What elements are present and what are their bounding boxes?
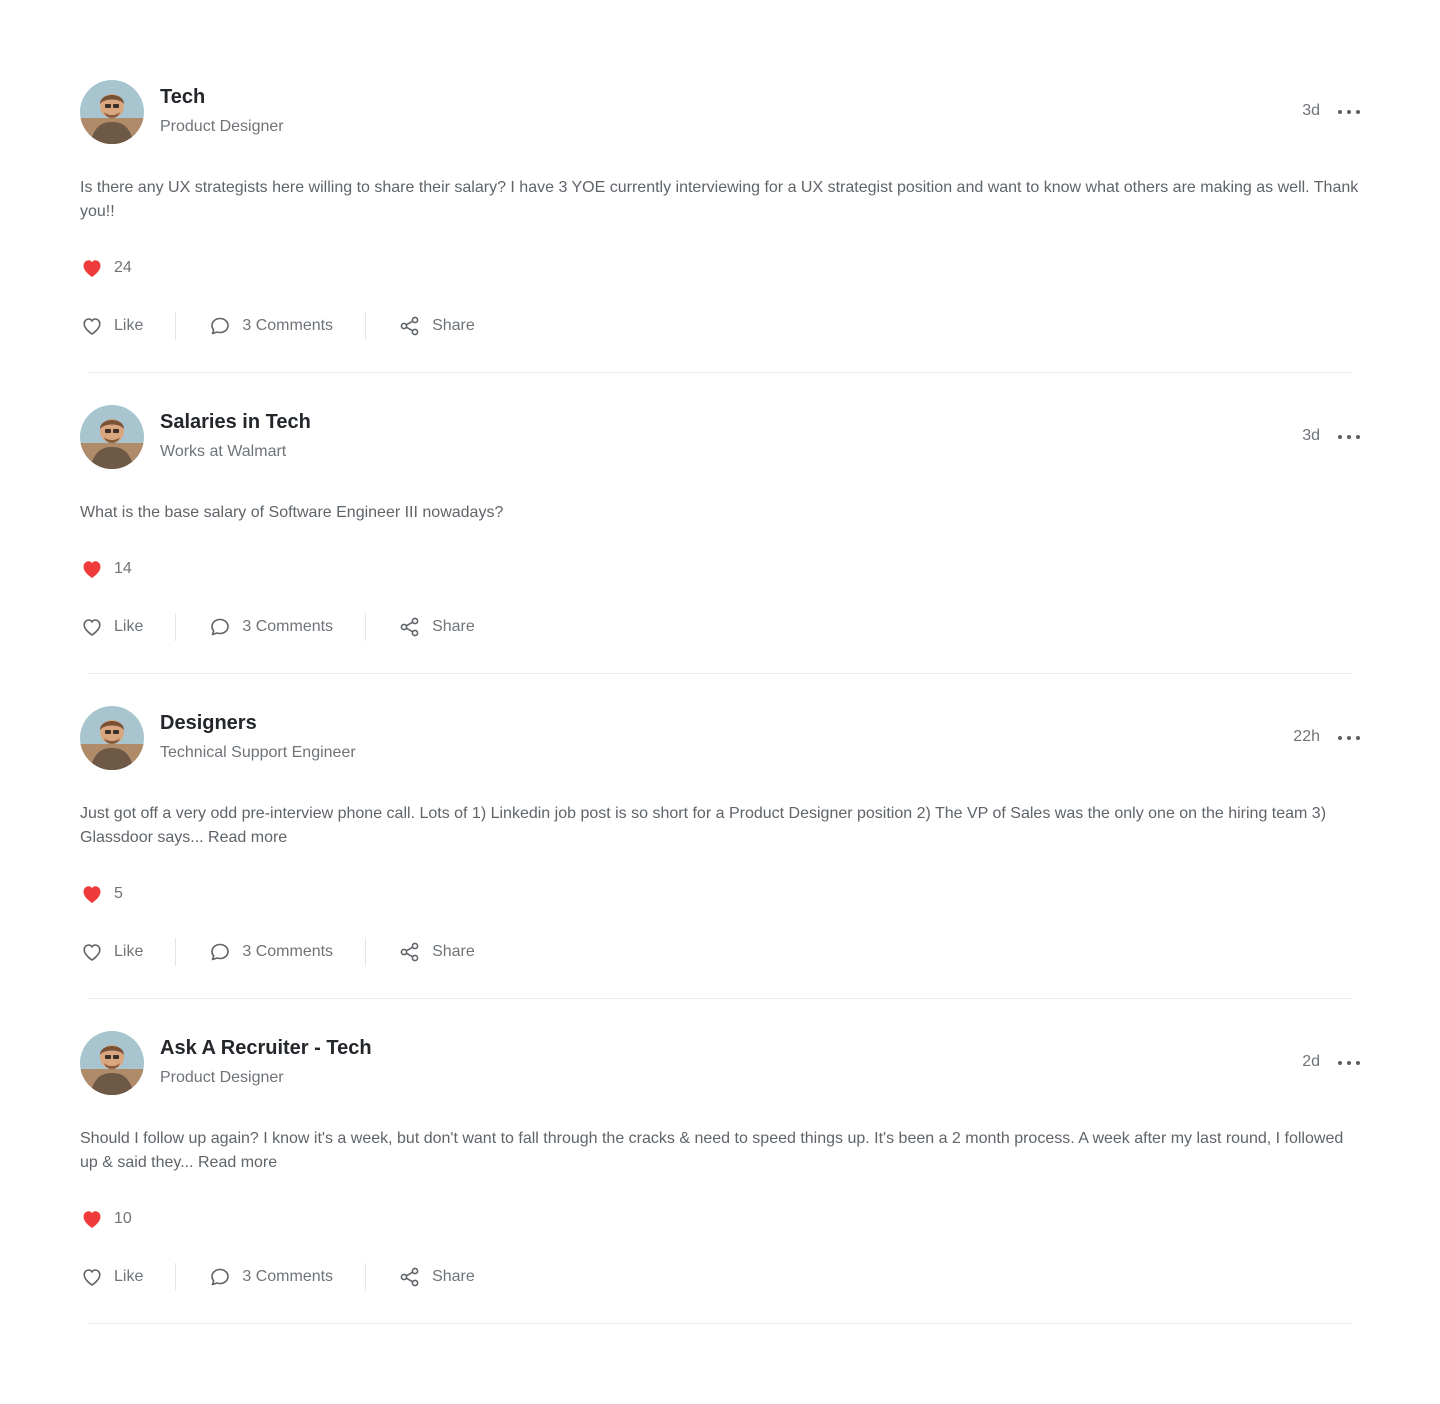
like-button[interactable]: Like xyxy=(80,613,143,641)
share-nodes-icon xyxy=(400,1267,419,1287)
post-actions: Like 3 Comments Share xyxy=(80,312,475,340)
group-name[interactable]: Ask A Recruiter - Tech xyxy=(160,1037,372,1060)
heart-outline-icon xyxy=(83,318,101,335)
share-label: Share xyxy=(432,1268,475,1285)
heart-filled-icon xyxy=(83,561,101,578)
post-card: Salaries in Tech Works at Walmart 3d Wha… xyxy=(80,405,1360,674)
share-label: Share xyxy=(432,618,475,635)
reaction-count: 10 xyxy=(114,1210,132,1227)
post-time: 3d xyxy=(1302,427,1320,444)
action-divider xyxy=(365,613,367,641)
action-divider xyxy=(365,312,367,340)
share-nodes-icon xyxy=(400,617,419,637)
post-divider xyxy=(88,673,1352,674)
like-button[interactable]: Like xyxy=(80,938,143,966)
user-avatar[interactable] xyxy=(80,706,144,770)
like-label: Like xyxy=(114,943,144,960)
action-divider xyxy=(175,613,177,641)
action-divider xyxy=(175,1263,177,1291)
action-divider xyxy=(175,312,177,340)
share-label: Share xyxy=(432,317,475,334)
heart-filled-icon xyxy=(83,886,101,903)
author-role: Product Designer xyxy=(160,1069,284,1086)
heart-filled-icon xyxy=(83,260,101,277)
comments-button[interactable]: 3 Comments xyxy=(208,938,333,966)
share-button[interactable]: Share xyxy=(398,1263,475,1291)
post-actions: Like 3 Comments Share xyxy=(80,1263,475,1291)
chat-bubble-icon xyxy=(211,317,230,335)
reaction-summary: 5 xyxy=(80,882,123,906)
share-nodes-icon xyxy=(400,942,419,962)
comments-label: 3 Comments xyxy=(242,618,334,635)
reaction-summary: 10 xyxy=(80,1207,132,1231)
comments-button[interactable]: 3 Comments xyxy=(208,1263,333,1291)
comments-label: 3 Comments xyxy=(242,1268,334,1285)
author-role: Technical Support Engineer xyxy=(160,744,356,761)
chat-bubble-icon xyxy=(211,618,230,636)
reaction-count: 24 xyxy=(114,259,132,276)
chat-bubble-icon xyxy=(211,943,230,961)
more-options-icon[interactable] xyxy=(1338,429,1360,445)
post-feed: Tech Product Designer 3d Is there any UX… xyxy=(0,0,1440,1404)
chat-bubble-icon xyxy=(211,1268,230,1286)
group-name[interactable]: Designers xyxy=(160,712,257,735)
post-time: 2d xyxy=(1302,1053,1320,1070)
heart-outline-icon xyxy=(83,619,101,636)
more-options-icon[interactable] xyxy=(1338,1055,1360,1071)
post-body[interactable]: Should I follow up again? I know it's a … xyxy=(80,1127,1360,1175)
post-divider xyxy=(88,1323,1352,1324)
user-avatar[interactable] xyxy=(80,405,144,469)
post-actions: Like 3 Comments Share xyxy=(80,938,475,966)
post-body[interactable]: Just got off a very odd pre-interview ph… xyxy=(80,802,1360,850)
comments-label: 3 Comments xyxy=(242,943,334,960)
like-label: Like xyxy=(114,317,144,334)
post-time: 3d xyxy=(1302,102,1320,119)
user-avatar[interactable] xyxy=(80,1031,144,1095)
user-avatar[interactable] xyxy=(80,80,144,144)
post-divider xyxy=(88,998,1352,999)
comments-label: 3 Comments xyxy=(242,317,334,334)
author-role: Works at Walmart xyxy=(160,443,287,460)
heart-filled-icon xyxy=(83,1211,101,1228)
reaction-summary: 24 xyxy=(80,256,132,280)
more-options-icon[interactable] xyxy=(1338,104,1360,120)
like-button[interactable]: Like xyxy=(80,312,143,340)
like-button[interactable]: Like xyxy=(80,1263,143,1291)
share-button[interactable]: Share xyxy=(398,312,475,340)
action-divider xyxy=(175,938,177,966)
post-card: Ask A Recruiter - Tech Product Designer … xyxy=(80,1031,1360,1324)
share-button[interactable]: Share xyxy=(398,613,475,641)
action-divider xyxy=(365,1263,367,1291)
post-body[interactable]: Is there any UX strategists here willing… xyxy=(80,176,1360,224)
group-name[interactable]: Salaries in Tech xyxy=(160,411,311,434)
share-button[interactable]: Share xyxy=(398,938,475,966)
like-label: Like xyxy=(114,618,144,635)
comments-button[interactable]: 3 Comments xyxy=(208,312,333,340)
post-actions: Like 3 Comments Share xyxy=(80,613,475,641)
heart-outline-icon xyxy=(83,1269,101,1286)
share-label: Share xyxy=(432,943,475,960)
more-options-icon[interactable] xyxy=(1338,730,1360,746)
post-divider xyxy=(88,372,1352,373)
reaction-count: 14 xyxy=(114,560,132,577)
post-card: Tech Product Designer 3d Is there any UX… xyxy=(80,80,1360,373)
action-divider xyxy=(365,938,367,966)
group-name[interactable]: Tech xyxy=(160,86,205,109)
share-nodes-icon xyxy=(400,316,419,336)
post-body[interactable]: What is the base salary of Software Engi… xyxy=(80,501,1360,525)
reaction-summary: 14 xyxy=(80,557,132,581)
like-label: Like xyxy=(114,1268,144,1285)
author-role: Product Designer xyxy=(160,118,284,135)
post-card: Designers Technical Support Engineer 22h… xyxy=(80,706,1360,999)
post-time: 22h xyxy=(1293,728,1320,745)
heart-outline-icon xyxy=(83,944,101,961)
reaction-count: 5 xyxy=(114,885,123,902)
comments-button[interactable]: 3 Comments xyxy=(208,613,333,641)
